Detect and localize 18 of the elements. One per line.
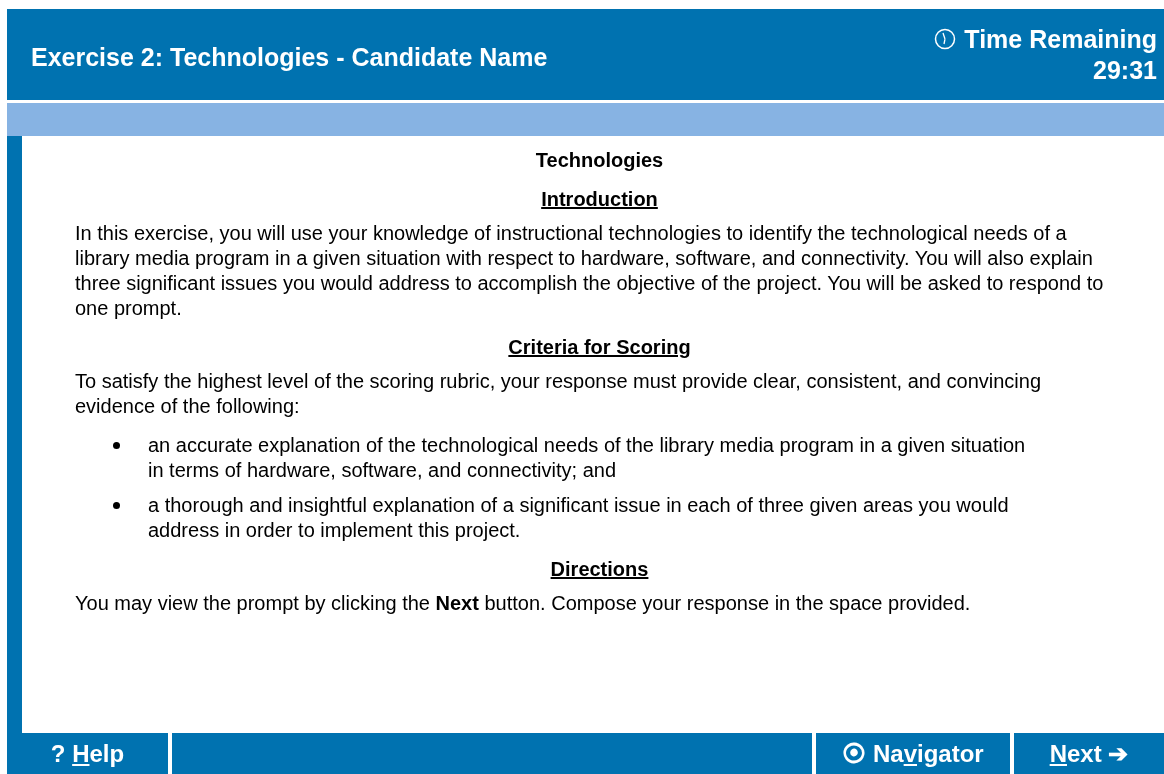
timer-label: Time Remaining xyxy=(964,23,1157,55)
paragraph: You may view the prompt by clicking the Next button. Compose your response in the space provided. xyxy=(75,591,972,616)
bullet-text: an accurate explanation of the technological needs of the library media program in a given situation in terms of hardware, software, and connectivity; and xyxy=(148,433,1027,483)
section-heading: Introduction xyxy=(541,188,658,210)
paragraph: To satisfy the highest level of the scoring rubric, your response must provide clear, consistent, and convincing evidence of the following: xyxy=(75,369,1043,419)
bullet-text: a thorough and insightful explanation of a significant issue in each of three given areas you would address in order to implement this project. xyxy=(148,493,1010,543)
navigator-button[interactable]: ⦿ Navigator xyxy=(816,733,1010,774)
section-heading: Criteria for Scoring xyxy=(508,336,691,358)
timer-value: 29:31 xyxy=(1093,54,1157,86)
section-heading: Directions xyxy=(550,558,649,580)
bullet-icon xyxy=(113,502,120,509)
next-button[interactable]: Next ➔ xyxy=(1014,733,1164,774)
clock-icon xyxy=(934,28,957,50)
page-heading: Technologies xyxy=(534,148,665,173)
paragraph: In this exercise, you will use your knowledge of instructional technologies to identify the technological needs of a library media program in a given situation with respect to hardware, software, and connectivity. You will also explain three significant issues you would address to accomplish the objective of the project. You will be asked to respond to one prompt. xyxy=(75,221,1105,321)
bullet-icon xyxy=(113,442,120,449)
help-button[interactable]: ? Help xyxy=(7,733,168,774)
exam-title: Exercise 2: Technologies - Candidate Name xyxy=(31,43,548,72)
